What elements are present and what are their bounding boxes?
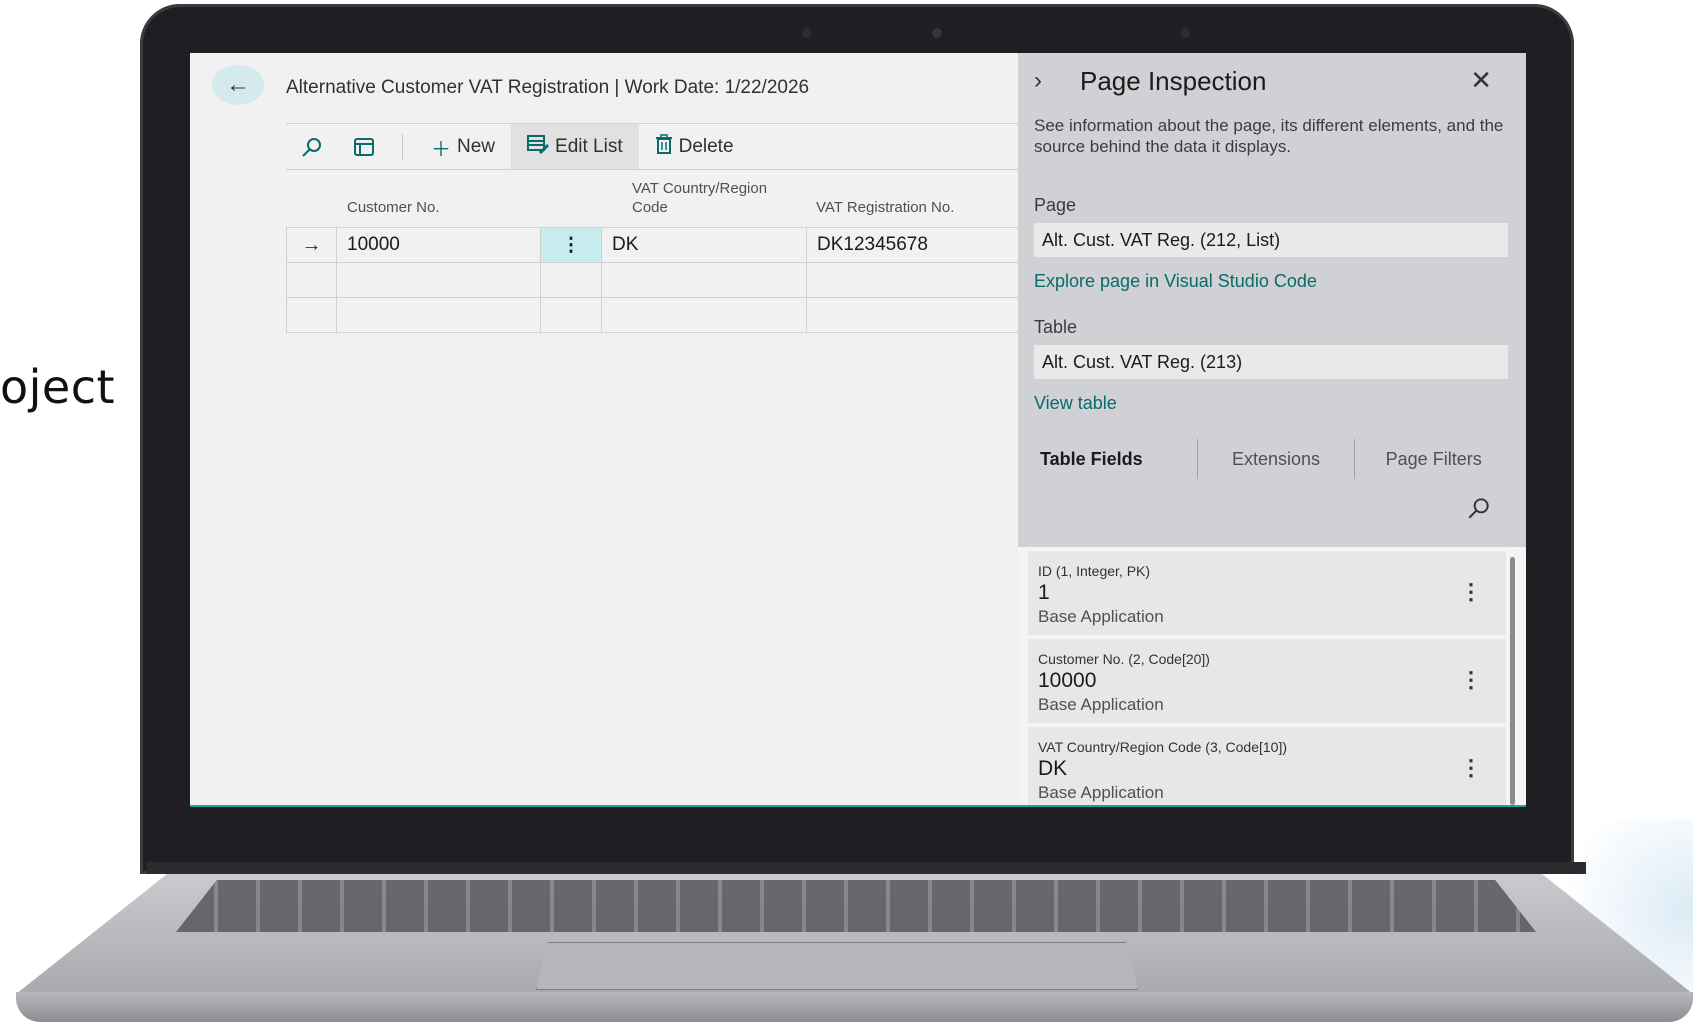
tab-table-fields[interactable]: Table Fields <box>1034 449 1197 470</box>
action-bar: ＋ New Edit List Delete <box>286 124 750 170</box>
cell-customer-no[interactable] <box>336 298 540 332</box>
scrollbar[interactable] <box>1510 557 1515 805</box>
filter-pane-button[interactable] <box>338 124 390 170</box>
field-source: Base Application <box>1038 607 1164 626</box>
camera-icon <box>932 28 942 38</box>
new-button-label: New <box>457 136 496 157</box>
column-header-line: VAT Country/Region <box>632 180 768 197</box>
field-source: Base Application <box>1038 783 1164 802</box>
sensor-dot <box>802 28 812 38</box>
table-label: Table <box>1034 317 1078 337</box>
field-value: 10000 <box>1038 669 1097 692</box>
row-indicator <box>286 263 336 297</box>
close-icon: ✕ <box>1470 65 1492 95</box>
page-inspection-pane: › Page Inspection ✕ See information abou… <box>1018 53 1526 805</box>
row-indicator <box>286 298 336 332</box>
field-title: Customer No. (2, Code[20]) <box>1038 651 1210 667</box>
cell-vat-reg-no[interactable] <box>806 263 966 297</box>
cell-customer-no[interactable] <box>336 263 540 297</box>
cell-vat-reg-no[interactable]: DK12345678 <box>806 228 966 262</box>
pane-description: See information about the page, its diff… <box>1034 116 1504 156</box>
new-button[interactable]: ＋ New <box>415 124 511 170</box>
column-header-vat-country[interactable]: VAT Country/Region Code <box>632 179 767 217</box>
column-header-line: Code <box>632 199 668 216</box>
collapse-pane-button[interactable]: › <box>1034 67 1042 95</box>
back-arrow-icon: ← <box>226 71 250 98</box>
table-value: Alt. Cust. VAT Reg. (213) <box>1034 345 1508 379</box>
field-source: Base Application <box>1038 695 1164 714</box>
chevron-right-icon: › <box>1034 67 1042 94</box>
edit-list-button-label: Edit List <box>555 136 623 157</box>
search-icon <box>1468 498 1489 519</box>
laptop-base <box>16 862 1693 1030</box>
side-caption: oject <box>0 360 116 414</box>
close-button[interactable]: ✕ <box>1470 65 1492 96</box>
fields-list: ID (1, Integer, PK) 1 Base Application ⋮… <box>1018 547 1526 805</box>
edit-list-button[interactable]: Edit List <box>511 124 639 170</box>
explore-vscode-link[interactable]: Explore page in Visual Studio Code <box>1034 271 1317 292</box>
row-actions-button[interactable]: ⋮ <box>540 228 601 262</box>
sensor-dot <box>1180 28 1190 38</box>
search-icon <box>302 138 321 157</box>
column-header-vat-reg-no[interactable]: VAT Registration No. <box>816 198 954 217</box>
cell-vat-country[interactable] <box>601 298 806 332</box>
tab-page-filters[interactable]: Page Filters <box>1355 449 1512 470</box>
field-card[interactable]: VAT Country/Region Code (3, Code[10]) DK… <box>1028 727 1506 805</box>
edit-list-icon <box>527 134 550 160</box>
field-value: 1 <box>1038 581 1050 604</box>
field-card[interactable]: Customer No. (2, Code[20]) 10000 Base Ap… <box>1028 639 1506 723</box>
row-actions-cell <box>540 298 601 332</box>
column-header-customer-no[interactable]: Customer No. <box>347 198 440 217</box>
field-title: VAT Country/Region Code (3, Code[10]) <box>1038 739 1288 755</box>
more-vertical-icon[interactable]: ⋮ <box>1460 755 1482 781</box>
laptop-base-edge <box>16 992 1693 1022</box>
page-title: Alternative Customer VAT Registration | … <box>286 77 810 98</box>
trash-icon <box>655 134 673 160</box>
app-screen: ← Alternative Customer VAT Registration … <box>190 53 1526 805</box>
cell-vat-country[interactable]: DK <box>601 228 806 262</box>
field-value: DK <box>1038 757 1068 780</box>
delete-button[interactable]: Delete <box>639 124 750 170</box>
tab-extensions[interactable]: Extensions <box>1198 449 1355 470</box>
plus-icon: ＋ <box>431 138 451 161</box>
screen-accent-line <box>190 805 1526 807</box>
laptop-hinge <box>146 862 1586 874</box>
inspection-tabs: Table Fields Extensions Page Filters <box>1034 437 1512 481</box>
toolbar-divider <box>402 134 403 160</box>
more-vertical-icon[interactable]: ⋮ <box>1460 579 1482 605</box>
more-vertical-icon[interactable]: ⋮ <box>1460 667 1482 693</box>
page-label: Page <box>1034 195 1077 215</box>
more-vertical-icon: ⋮ <box>561 234 581 256</box>
touchpad <box>536 942 1138 990</box>
field-card[interactable]: ID (1, Integer, PK) 1 Base Application ⋮ <box>1028 551 1506 635</box>
filter-pane-icon <box>354 138 374 156</box>
cell-vat-country[interactable] <box>601 263 806 297</box>
field-title: ID (1, Integer, PK) <box>1038 563 1151 579</box>
cell-vat-reg-no[interactable] <box>806 298 966 332</box>
fields-search-button[interactable] <box>1466 495 1492 526</box>
delete-button-label: Delete <box>678 136 734 157</box>
row-arrow-icon: → <box>286 228 336 262</box>
page-value: Alt. Cust. VAT Reg. (212, List) <box>1034 223 1508 257</box>
view-table-link[interactable]: View table <box>1034 393 1117 414</box>
row-actions-cell <box>540 263 601 297</box>
pane-title: Page Inspection <box>1080 66 1267 96</box>
cell-customer-no[interactable]: 10000 <box>336 228 540 262</box>
back-button[interactable]: ← <box>212 65 264 105</box>
search-button[interactable] <box>286 124 338 170</box>
keyboard <box>176 880 1536 932</box>
